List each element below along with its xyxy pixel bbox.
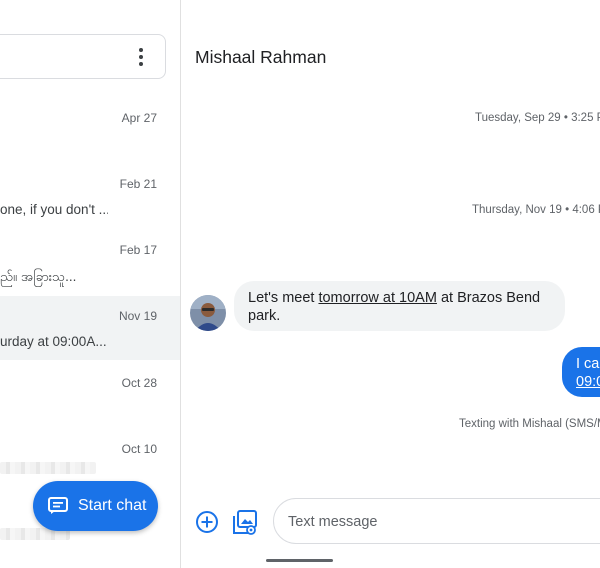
messages-app: Apr 27 Feb 21 one, if you don't ... Feb … <box>0 0 600 568</box>
incoming-message-bubble[interactable]: Let's meet tomorrow at 10AM at Brazos Be… <box>234 281 565 331</box>
conversation-snippet: one, if you don't ... <box>0 202 108 217</box>
message-compose-field[interactable] <box>273 498 600 544</box>
conversation-date: Feb 17 <box>119 243 157 257</box>
message-text: Let's meet <box>248 290 319 306</box>
outgoing-message-bubble[interactable]: I ca 09:0 <box>562 347 600 397</box>
conversation-snippet: ည်။ အခြားသူ... <box>0 269 77 284</box>
message-text: I ca <box>576 356 600 372</box>
start-chat-label: Start chat <box>78 497 147 514</box>
message-thread-pane: Mishaal Rahman Tuesday, Sep 29 • 3:25 PM… <box>181 0 600 568</box>
conversation-date: Nov 19 <box>118 309 157 323</box>
texting-status-note: Texting with Mishaal (SMS/MMS) <box>459 418 600 430</box>
conversation-date: Oct 10 <box>121 442 157 456</box>
conversation-item[interactable]: Feb 21 one, if you don't ... <box>0 164 180 228</box>
date-link[interactable]: tomorrow at 10AM <box>318 290 436 306</box>
conversation-snippet: urday at 09:00A... <box>0 334 107 349</box>
avatar[interactable] <box>190 295 226 331</box>
conversation-item[interactable]: Oct 28 <box>0 363 180 427</box>
text-message-input[interactable] <box>288 511 588 533</box>
conversation-item-selected[interactable]: Nov 19 urday at 09:00A... <box>0 296 180 360</box>
start-chat-button[interactable]: Start chat <box>33 481 158 531</box>
redacted-snippet <box>0 462 96 474</box>
message-timestamp: Thursday, Nov 19 • 4:06 PM <box>472 204 600 216</box>
conversation-item[interactable]: Apr 27 <box>0 98 180 162</box>
conversation-item[interactable]: Feb 17 ည်။ အခြားသူ... <box>0 230 180 294</box>
conversation-list-pane: Apr 27 Feb 21 one, if you don't ... Feb … <box>0 0 181 568</box>
message-timestamp: Tuesday, Sep 29 • 3:25 PM <box>475 112 600 124</box>
start-chat-icon <box>48 497 68 515</box>
add-circle-icon[interactable] <box>195 510 219 534</box>
conversation-date: Apr 27 <box>121 111 157 125</box>
conversation-date: Oct 28 <box>121 376 157 390</box>
contact-name: Mishaal Rahman <box>195 47 327 67</box>
home-indicator[interactable] <box>266 559 333 562</box>
date-link[interactable]: 09:0 <box>576 374 600 390</box>
conversation-date: Feb 21 <box>119 177 157 191</box>
more-vert-icon[interactable] <box>130 46 152 68</box>
gallery-icon[interactable] <box>232 509 258 535</box>
